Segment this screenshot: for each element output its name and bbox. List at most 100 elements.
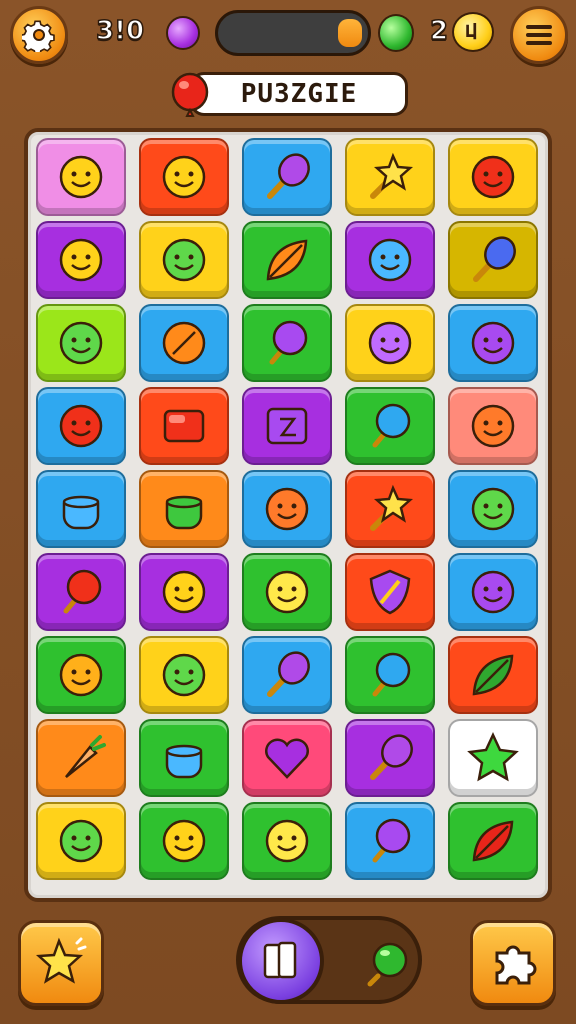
- heart-icon: [265, 738, 309, 779]
- board-tile[interactable]: [36, 138, 126, 216]
- board-tile[interactable]: [242, 470, 332, 548]
- board-tile[interactable]: [36, 304, 126, 382]
- settings-button[interactable]: [10, 6, 68, 64]
- board-tile[interactable]: [242, 387, 332, 465]
- smiley-face-icon: [162, 570, 206, 614]
- score-right: 2: [429, 15, 449, 47]
- purple-gem-icon: [166, 16, 200, 50]
- blue-pot-icon: [165, 744, 203, 779]
- level-title: PU3ZGIE: [190, 72, 408, 116]
- board-tile[interactable]: [448, 470, 538, 548]
- red-balloon-icon: [170, 72, 210, 117]
- green-blob-icon: [59, 819, 103, 863]
- board-tile[interactable]: [242, 719, 332, 797]
- puzzle-piece-icon: [495, 945, 537, 985]
- board-tile[interactable]: [448, 719, 538, 797]
- board-tile[interactable]: [139, 553, 229, 631]
- smiley-face-icon: [162, 155, 206, 199]
- toggle-knob[interactable]: [238, 918, 324, 1004]
- green-blob-icon: [162, 238, 206, 282]
- puzzle-button[interactable]: [470, 920, 556, 1006]
- board-tile[interactable]: [345, 636, 435, 714]
- red-balloon-icon: [63, 569, 102, 614]
- game-board: [24, 128, 552, 902]
- board-tile[interactable]: [139, 802, 229, 880]
- board-tile[interactable]: [242, 304, 332, 382]
- hamburger-menu-icon: [526, 25, 552, 45]
- board-tile[interactable]: [36, 802, 126, 880]
- board-tile[interactable]: [242, 553, 332, 631]
- purple-lollipop-icon: [269, 320, 308, 365]
- blue-lollipop-icon: [372, 403, 411, 448]
- board-tile[interactable]: [448, 802, 538, 880]
- board-tile[interactable]: [139, 387, 229, 465]
- board-tile[interactable]: [448, 387, 538, 465]
- orange-fruit-icon: [59, 653, 103, 697]
- board-tile[interactable]: [242, 802, 332, 880]
- board-tile[interactable]: [139, 138, 229, 216]
- purple-monster-icon: [471, 570, 515, 614]
- purple-face-icon: [368, 321, 412, 365]
- green-gem-icon: [378, 14, 414, 52]
- red-blob-icon: [59, 404, 103, 448]
- board-tile[interactable]: [448, 636, 538, 714]
- green-leaf-icon: [472, 654, 514, 696]
- purple-lollipop-icon: [372, 818, 411, 863]
- board-tile[interactable]: [448, 304, 538, 382]
- board-tile[interactable]: [36, 719, 126, 797]
- star-wand-icon: [370, 484, 414, 531]
- red-apple-icon: [471, 155, 515, 199]
- board-tile[interactable]: [345, 802, 435, 880]
- orange-candy-icon: [162, 321, 206, 365]
- board-tile[interactable]: [448, 138, 538, 216]
- board-tile[interactable]: [139, 221, 229, 299]
- board-tile[interactable]: [345, 387, 435, 465]
- hint-button[interactable]: [18, 920, 104, 1006]
- green-pot-icon: [165, 495, 203, 530]
- purple-box-icon: [266, 407, 308, 445]
- board-tile[interactable]: [345, 138, 435, 216]
- mode-toggle[interactable]: [236, 916, 422, 1004]
- purple-monster-icon: [471, 321, 515, 365]
- board-tile[interactable]: [345, 221, 435, 299]
- board-tile[interactable]: [242, 221, 332, 299]
- board-tile[interactable]: [242, 636, 332, 714]
- orange-octopus-icon: [265, 487, 309, 531]
- board-tile[interactable]: [36, 636, 126, 714]
- star-wand-icon: [370, 152, 414, 199]
- board-tile[interactable]: [448, 553, 538, 631]
- green-blob-icon: [471, 487, 515, 531]
- board-tile[interactable]: [242, 138, 332, 216]
- green-star-icon: [467, 732, 519, 782]
- board-tile[interactable]: [139, 636, 229, 714]
- board-tile[interactable]: [448, 221, 538, 299]
- green-lollipop-icon: [367, 942, 408, 987]
- smiley-face-icon: [59, 238, 103, 282]
- board-tile[interactable]: [36, 470, 126, 548]
- smiley-face-icon: [59, 155, 103, 199]
- yellow-face-icon: [265, 570, 309, 614]
- board-tile[interactable]: [345, 719, 435, 797]
- board-tile[interactable]: [345, 553, 435, 631]
- board-tile[interactable]: [36, 553, 126, 631]
- carrot-icon: [65, 735, 106, 778]
- purple-wand-icon: [370, 734, 413, 780]
- board-tile[interactable]: [139, 304, 229, 382]
- board-tile[interactable]: [345, 470, 435, 548]
- menu-button[interactable]: [510, 6, 568, 64]
- board-tile[interactable]: [345, 304, 435, 382]
- blue-lollipop-icon: [372, 652, 411, 697]
- board-tile[interactable]: [139, 470, 229, 548]
- pause-cards-icon: [263, 941, 297, 979]
- star-hint-icon: [35, 937, 87, 984]
- smiley-face-icon: [162, 819, 206, 863]
- green-blob-icon: [162, 653, 206, 697]
- board-tile[interactable]: [139, 719, 229, 797]
- board-tile[interactable]: [36, 387, 126, 465]
- coin-icon: [452, 12, 494, 52]
- green-blob-icon: [59, 321, 103, 365]
- board-tile[interactable]: [36, 221, 126, 299]
- red-block-icon: [163, 409, 205, 443]
- purple-shield-icon: [369, 569, 411, 615]
- purple-wand-icon: [267, 651, 310, 697]
